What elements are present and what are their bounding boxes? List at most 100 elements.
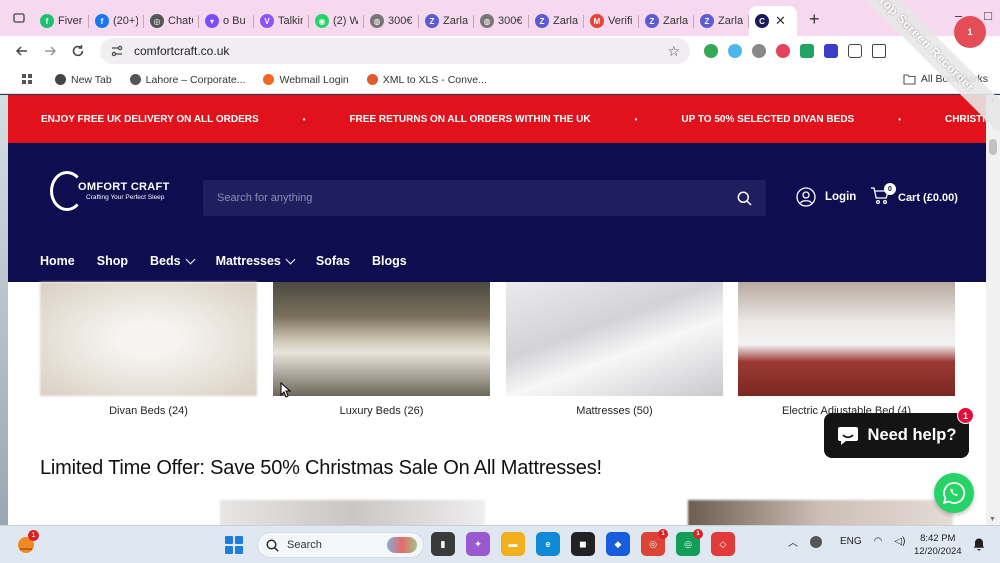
announcement-message: ENJOY FREE UK DELIVERY ON ALL ORDERS <box>41 113 259 125</box>
search-input[interactable] <box>217 192 737 204</box>
taskbar-search[interactable]: Search <box>257 532 424 558</box>
site-info-icon[interactable] <box>110 44 124 58</box>
active-tab[interactable]: C ✕ <box>749 6 797 36</box>
browser-tab[interactable]: Z Zarla <box>419 6 474 36</box>
search-icon[interactable] <box>737 191 752 206</box>
chrome-profile-icon[interactable]: ◎ 1 <box>676 529 703 556</box>
bookmark-item[interactable]: Webmail Login <box>263 74 349 86</box>
file-manager-icon[interactable]: ▮ <box>431 532 455 556</box>
category-image[interactable] <box>506 282 723 396</box>
forward-button[interactable] <box>38 39 62 63</box>
start-button[interactable] <box>225 536 243 554</box>
tab-title: o Bu <box>223 15 246 27</box>
cart-label: Cart (£0.00) <box>898 191 958 204</box>
extension-sheet-icon[interactable] <box>800 44 814 58</box>
site-header: OMFORT CRAFT Crafting Your Perfect Sleep… <box>8 143 986 282</box>
browser-tab[interactable]: M Verifi <box>584 6 639 36</box>
category-label[interactable]: Luxury Beds (26) <box>273 405 490 417</box>
bookmark-item[interactable]: New Tab <box>55 74 112 86</box>
file-explorer-icon[interactable]: ▬ <box>501 532 525 556</box>
extension-blue-icon[interactable] <box>824 44 838 58</box>
browser-tab[interactable]: ▾ o Bu <box>199 6 254 36</box>
tab-title: ChatGPT <box>168 15 193 27</box>
extension-red-icon[interactable] <box>776 44 790 58</box>
product-image[interactable] <box>220 500 485 525</box>
category-electric-adjustable-bed[interactable]: Electric Adjustable Bed (4) <box>738 282 955 417</box>
bookmark-item[interactable]: Lahore – Corporate... <box>129 74 245 86</box>
language-indicator[interactable]: ENG <box>840 536 862 547</box>
chevron-down-icon <box>285 254 296 264</box>
tab-search-button[interactable] <box>8 7 30 29</box>
whatsapp-chat-button[interactable] <box>934 473 974 513</box>
page-scrollbar[interactable]: ▲ ▼ <box>986 95 1000 525</box>
browser-tab[interactable]: Z Zarla <box>529 6 584 36</box>
app-glyph: ▮ <box>440 538 446 549</box>
browser-tab[interactable]: Z Zarla <box>694 6 749 36</box>
close-tab-icon[interactable]: ✕ <box>775 13 786 29</box>
apps-grid-icon[interactable] <box>22 74 33 85</box>
copilot-icon[interactable]: ✦ <box>466 532 490 556</box>
screen-recorder-icon[interactable]: ◼ <box>571 532 595 556</box>
nav-item-blogs[interactable]: Blogs <box>372 254 407 268</box>
category-divan-beds[interactable]: Divan Beds (24) <box>40 282 257 417</box>
category-image[interactable] <box>273 282 490 396</box>
user-icon <box>796 187 816 207</box>
back-button[interactable] <box>10 39 34 63</box>
category-mattresses[interactable]: Mattresses (50) <box>506 282 723 417</box>
weather-badge: 1 <box>28 530 39 541</box>
recorder-logo-icon[interactable]: 1 <box>954 16 986 48</box>
tray-network-icon[interactable] <box>810 535 822 548</box>
announcement-separator: • <box>302 114 306 124</box>
browser-tab[interactable]: f (20+) <box>89 6 144 36</box>
tab-title: Fiverr <box>58 15 83 27</box>
chrome-icon[interactable]: ◎ 1 <box>641 529 668 556</box>
bookmark-item[interactable]: XML to XLS - Conve... <box>366 74 487 86</box>
browser-tab[interactable]: Z Zarla <box>639 6 694 36</box>
maximize-button[interactable]: □ <box>984 8 992 23</box>
extension-search-icon[interactable] <box>728 44 742 58</box>
browser-tab[interactable]: ◍ 300€ <box>364 6 419 36</box>
nav-item-sofas[interactable]: Sofas <box>316 254 350 268</box>
tab-list-icon <box>13 13 25 23</box>
download-icon[interactable] <box>872 44 886 58</box>
browser-tab[interactable]: ◎ ChatGPT <box>144 6 199 36</box>
wifi-icon[interactable]: ◠ <box>874 536 883 547</box>
site-logo[interactable]: OMFORT CRAFT Crafting Your Perfect Sleep <box>50 171 170 211</box>
extension-gray-icon[interactable] <box>752 44 766 58</box>
extension-green-icon[interactable] <box>704 44 718 58</box>
volume-icon[interactable]: ◁) <box>894 536 905 547</box>
browser-tab[interactable]: V Talkin <box>254 6 309 36</box>
tray-overflow-chevron-icon[interactable]: ︿ <box>788 534 798 549</box>
nav-item-beds[interactable]: Beds <box>150 254 196 268</box>
windows-logo-icon <box>225 536 234 545</box>
reload-button[interactable] <box>66 39 90 63</box>
extensions-puzzle-icon[interactable] <box>848 44 862 58</box>
browser-tab[interactable]: ◉ (2) W <box>309 6 364 36</box>
notification-bell-icon[interactable] <box>972 537 986 551</box>
scroll-thumb[interactable] <box>989 139 997 155</box>
category-image[interactable] <box>40 282 257 396</box>
new-tab-button[interactable]: + <box>809 9 820 30</box>
nav-item-home[interactable]: Home <box>40 254 75 268</box>
nav-item-shop[interactable]: Shop <box>97 254 128 268</box>
bookmark-star-icon[interactable]: ☆ <box>667 43 680 60</box>
category-label[interactable]: Divan Beds (24) <box>40 405 257 417</box>
bookmark-label: New Tab <box>71 73 112 86</box>
category-label[interactable]: Mattresses (50) <box>506 405 723 417</box>
nav-item-mattresses[interactable]: Mattresses <box>216 254 296 268</box>
login-link[interactable]: Login <box>796 187 856 207</box>
product-image[interactable] <box>688 500 953 525</box>
category-luxury-beds[interactable]: Luxury Beds (26) <box>273 282 490 417</box>
address-bar[interactable]: comfortcraft.co.uk ☆ <box>100 38 690 64</box>
category-image[interactable] <box>738 282 955 396</box>
browser-tab[interactable]: f Fiverr <box>34 6 89 36</box>
browser-tab[interactable]: ◍ 300€ <box>474 6 529 36</box>
cart-link[interactable]: 0 Cart (£0.00) <box>870 183 958 208</box>
globe-icon: ◍ <box>480 14 494 28</box>
anydesk-icon[interactable]: ◇ <box>711 532 735 556</box>
taskbar-clock[interactable]: 8:42 PM 12/20/2024 <box>914 532 962 558</box>
need-help-chat-button[interactable]: Need help? <box>824 413 969 458</box>
scroll-down-arrow-icon[interactable]: ▼ <box>989 516 996 523</box>
bitwarden-icon[interactable]: ◆ <box>606 532 630 556</box>
edge-icon[interactable]: e <box>536 532 560 556</box>
